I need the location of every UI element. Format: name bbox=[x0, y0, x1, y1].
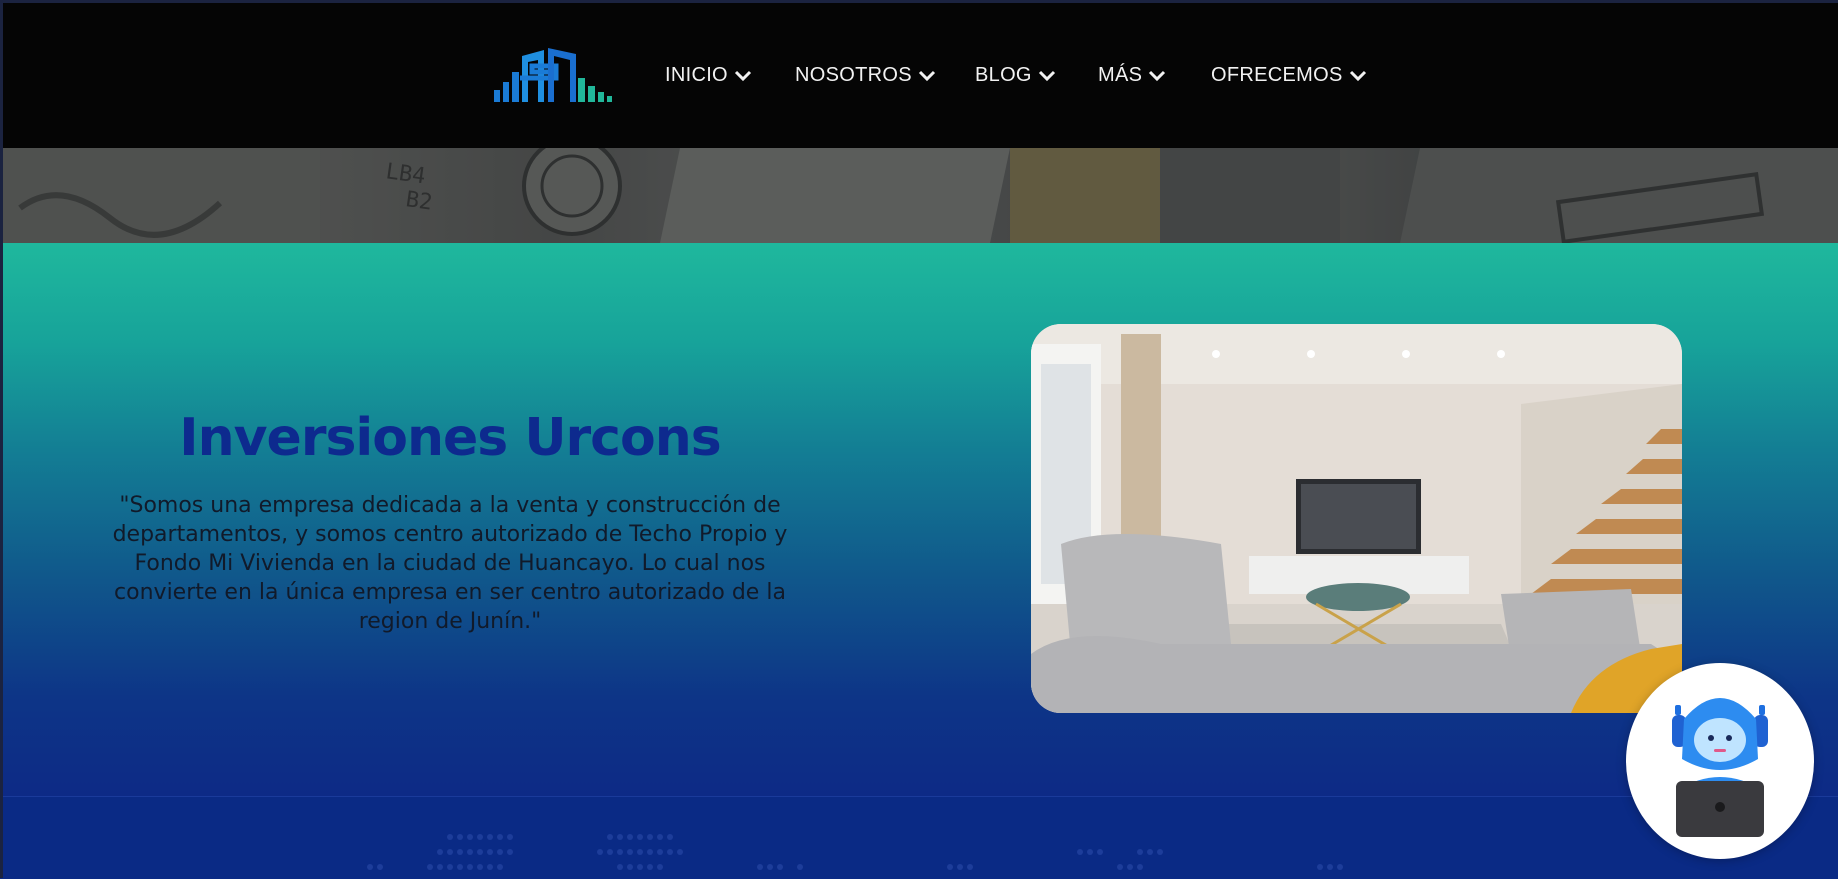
site-header: INICIO NOSOTROS BLOG MÁS OFRECEMOS bbox=[0, 3, 1838, 148]
hero-description: "Somos una empresa dedicada a la venta y… bbox=[112, 493, 788, 634]
nav-label: BLOG bbox=[975, 64, 1032, 86]
nav-label: MÁS bbox=[1098, 64, 1143, 86]
nav-item-blog[interactable]: BLOG bbox=[975, 64, 1056, 87]
chevron-down-icon bbox=[1149, 70, 1166, 81]
svg-text:B2: B2 bbox=[404, 187, 434, 215]
living-room-image bbox=[1031, 324, 1682, 713]
chevron-down-icon bbox=[1349, 70, 1366, 81]
bottom-section bbox=[0, 796, 1838, 879]
robot-assistant-icon bbox=[1672, 698, 1768, 837]
building-logo-icon[interactable] bbox=[492, 44, 614, 106]
nav-label: OFRECEMOS bbox=[1211, 64, 1343, 86]
window-left-edge bbox=[0, 0, 3, 878]
hero-section: Inversiones Urcons "Somos una empresa de… bbox=[0, 243, 1838, 796]
nav-label: NOSOTROS bbox=[795, 64, 912, 86]
chevron-down-icon bbox=[918, 70, 935, 81]
page-title: Inversiones Urcons bbox=[179, 408, 721, 468]
nav-item-ofrecemos[interactable]: OFRECEMOS bbox=[1211, 64, 1367, 87]
nav-item-inicio[interactable]: INICIO bbox=[665, 64, 752, 87]
money-banner-image: LB4 B2 bbox=[0, 148, 1838, 243]
nav-item-mas[interactable]: MÁS bbox=[1098, 64, 1166, 87]
chevron-down-icon bbox=[734, 70, 751, 81]
nav-label: INICIO bbox=[665, 64, 728, 86]
nav-item-nosotros[interactable]: NOSOTROS bbox=[795, 64, 936, 87]
chatbot-button[interactable] bbox=[1626, 663, 1814, 859]
svg-text:LB4: LB4 bbox=[384, 159, 427, 189]
chevron-down-icon bbox=[1038, 70, 1055, 81]
